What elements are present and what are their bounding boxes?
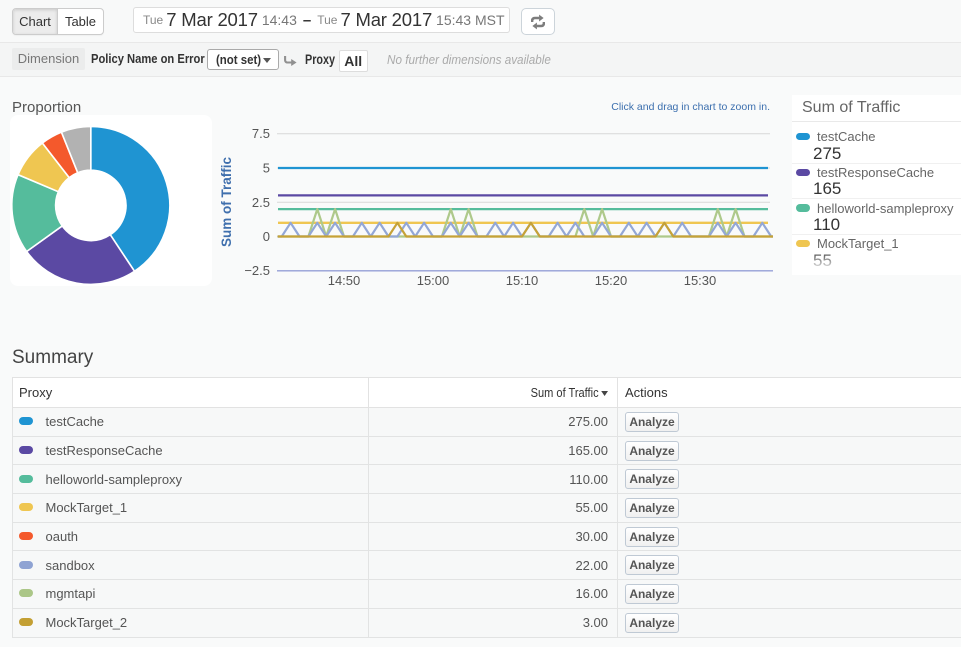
svg-text:14:50: 14:50: [328, 273, 361, 288]
svg-text:2.5: 2.5: [252, 195, 270, 210]
svg-text:7.5: 7.5: [252, 126, 270, 141]
svg-text:15:10: 15:10: [506, 273, 539, 288]
svg-text:Sum of Traffic: Sum of Traffic: [219, 157, 234, 248]
svg-text:5: 5: [263, 161, 270, 176]
svg-text:0: 0: [263, 229, 270, 244]
svg-text:−2.5: −2.5: [244, 263, 270, 278]
svg-text:15:30: 15:30: [684, 273, 717, 288]
svg-text:15:00: 15:00: [417, 273, 450, 288]
svg-text:15:20: 15:20: [595, 273, 628, 288]
